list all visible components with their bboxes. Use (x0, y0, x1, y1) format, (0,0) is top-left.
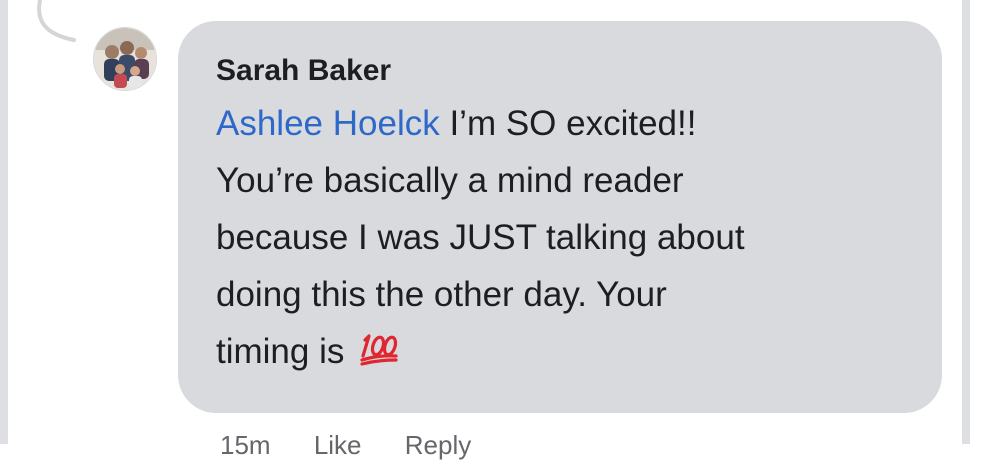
comment-text-line-1: I’m SO excited!! (439, 104, 697, 143)
frame-right-edge (962, 0, 970, 444)
comment-text-line-5: timing is (216, 332, 355, 371)
comment-text-line-4: doing this the other day. Your (216, 275, 667, 314)
avatar[interactable] (93, 27, 157, 91)
avatar-photo-icon (94, 28, 156, 90)
thread-connector (37, 0, 76, 42)
reply-button[interactable]: Reply (405, 430, 471, 460)
comment-text-line-2: You’re basically a mind reader (216, 161, 684, 200)
like-button[interactable]: Like (314, 430, 362, 460)
comment-actions: 15m Like Reply (220, 430, 507, 460)
hundred-points-emoji-icon (358, 327, 398, 384)
comment-author[interactable]: Sarah Baker (216, 51, 902, 91)
comment-timestamp[interactable]: 15m (220, 430, 271, 460)
comment-text-line-3: because I was JUST talking about (216, 218, 745, 257)
comment-bubble[interactable]: Sarah Baker Ashlee Hoelck I’m SO excited… (178, 21, 942, 413)
mention-link[interactable]: Ashlee Hoelck (216, 104, 440, 143)
frame-left-edge (0, 0, 8, 444)
comment-text: Ashlee Hoelck I’m SO excited!! You’re bas… (216, 95, 902, 384)
